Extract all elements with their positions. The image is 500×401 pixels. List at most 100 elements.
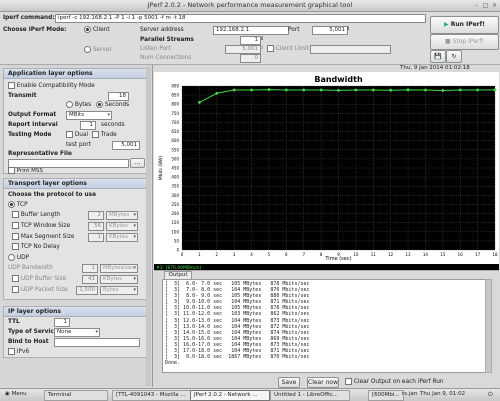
print-mss-check-icon[interactable] [8, 167, 15, 174]
client-radio-indicator[interactable] [84, 26, 91, 33]
network-icon[interactable]: ⏻ [488, 390, 493, 399]
print-mss-checkbox[interactable]: Print MSS [8, 167, 43, 175]
tcp-window-check-icon[interactable] [12, 222, 19, 229]
task-jperf[interactable]: JPerf 2.0.2 - Network ... [190, 390, 270, 401]
server-radio-indicator[interactable] [84, 46, 91, 53]
bytes-radio[interactable]: Bytes [66, 101, 91, 109]
task-600mbi[interactable]: [600Mbi... [368, 390, 404, 401]
x-tick-label: 14 [423, 252, 429, 257]
y-tick-label: 350 [171, 184, 179, 189]
udp-bandwidth-field[interactable]: 1 [82, 264, 98, 273]
task-libreoffice[interactable]: Untitled 1 - LibreOffic... [270, 390, 350, 401]
port-field[interactable]: 5,001 [312, 26, 348, 35]
ipv6-checkbox[interactable]: IPv6 [8, 348, 29, 356]
options-scrollbar[interactable] [146, 66, 151, 386]
buffer-length-checkbox[interactable]: Buffer Length [12, 211, 60, 219]
udp-radio-indicator[interactable] [8, 254, 15, 261]
data-point [493, 88, 497, 92]
x-tick-label: 12 [388, 252, 394, 257]
compat-mode-checkbox[interactable]: Enable Compatibility Mode [8, 82, 95, 90]
udp-buffer-unit-select[interactable]: KBytes ▾ [100, 275, 138, 284]
tcp-radio-indicator[interactable] [8, 201, 15, 208]
udp-bandwidth-unit-select[interactable]: MBytes/sec ▾ [100, 264, 138, 273]
buffer-length-field[interactable]: 2 [88, 211, 104, 220]
udp-buffer-check-icon[interactable] [12, 275, 19, 282]
testing-mode-label: Testing Mode [8, 132, 52, 138]
tcp-window-checkbox[interactable]: TCP Window Size [12, 222, 70, 230]
tab-output[interactable]: Output [164, 271, 192, 279]
clear-each-checkbox[interactable]: Clear Output on each iPerf Run [345, 378, 444, 386]
compat-check-icon[interactable] [8, 82, 15, 89]
dual-checkbox[interactable]: Dual [66, 131, 88, 139]
udp-packet-checkbox[interactable]: UDP Packet Size [12, 286, 68, 294]
udp-packet-check-icon[interactable] [12, 286, 19, 293]
seconds-radio[interactable]: Seconds [96, 101, 129, 109]
no-delay-check-icon[interactable] [12, 243, 19, 250]
parallel-spinner-icon[interactable]: ⇕ [260, 36, 264, 42]
listen-port-field[interactable]: 5,001 [225, 45, 261, 54]
report-interval-field[interactable]: 1 [80, 121, 96, 130]
client-radio[interactable]: Client [84, 26, 110, 34]
output-format-select[interactable]: MBits ▾ [66, 111, 112, 120]
num-connections-field[interactable]: 0 [240, 54, 261, 63]
clear-each-check-icon[interactable] [345, 378, 352, 385]
minimize-icon[interactable]: – [473, 2, 480, 9]
client-limit-check-icon[interactable] [267, 45, 274, 52]
mss-unit-select[interactable]: KBytes ▾ [106, 233, 138, 242]
task-mozilla[interactable]: [TTL-4091043 - Mozilla ... [112, 390, 192, 401]
ipv6-check-icon[interactable] [8, 348, 15, 355]
maximize-icon[interactable]: □ [482, 2, 489, 9]
save-config-button[interactable]: 💾 [430, 50, 446, 63]
seconds-radio-indicator[interactable] [96, 101, 103, 108]
bytes-radio-indicator[interactable] [66, 101, 73, 108]
data-point [476, 88, 480, 92]
port-label: Port [288, 27, 300, 33]
output-scrollbar[interactable] [485, 279, 492, 373]
tcp-radio[interactable]: TCP [8, 201, 28, 209]
buffer-length-unit-select[interactable]: MBytes ▾ [106, 211, 138, 220]
trade-check-icon[interactable] [92, 131, 99, 138]
listen-spinner-icon[interactable]: ⇕ [260, 45, 264, 51]
stop-iperf-button[interactable]: ■ Stop IPerf! [430, 34, 499, 50]
udp-buffer-field[interactable]: 41 [82, 275, 98, 284]
save-button[interactable]: Save [278, 377, 300, 388]
y-tick-label: 400 [171, 175, 179, 180]
close-icon[interactable]: × [491, 2, 498, 9]
tcp-window-unit-select[interactable]: KBytes ▾ [106, 222, 138, 231]
server-radio[interactable]: Server [84, 46, 112, 54]
udp-radio[interactable]: UDP [8, 254, 29, 262]
ttl-field[interactable]: 1 [54, 318, 70, 327]
client-limit-field[interactable] [310, 45, 391, 54]
window-titlebar: JPerf 2.0.2 - Network performance measur… [0, 0, 500, 12]
x-tick-label: 11 [371, 252, 377, 257]
menu-button[interactable]: ◉ Menu [2, 390, 30, 399]
dual-check-icon[interactable] [66, 131, 73, 138]
output-textarea[interactable]: [ 3] 6.0- 7.0 sec 105 MBytes 878 Mbits/s… [162, 279, 486, 373]
parallel-streams-field[interactable]: 1 [240, 36, 261, 45]
test-port-field[interactable]: 5,001 [112, 141, 140, 150]
iperf-command-field[interactable]: iperf -c 192.168.2.1 -P 1 -i 1 -p 5001 -… [55, 14, 426, 23]
server-address-field[interactable]: 192.168.2.1 [213, 26, 289, 35]
y-tick-label: 850 [171, 93, 179, 98]
task-terminal[interactable]: Terminal [44, 390, 108, 401]
run-iperf-button[interactable]: ▶ Run IPerf! [430, 16, 499, 34]
x-tick-label: 16 [458, 252, 464, 257]
rep-file-browse-button[interactable]: ... [130, 158, 145, 168]
clear-now-button[interactable]: Clear now [307, 377, 339, 388]
no-delay-checkbox[interactable]: TCP No Delay [12, 243, 60, 251]
port-spinner-icon[interactable]: ⇕ [346, 26, 350, 32]
tcp-window-field[interactable]: 56 [88, 222, 104, 231]
udp-packet-field[interactable]: 1,500 [76, 286, 98, 295]
trade-checkbox[interactable]: Trade [92, 131, 117, 139]
restore-config-button[interactable]: ↻ [446, 50, 462, 63]
buffer-length-check-icon[interactable] [12, 211, 19, 218]
mss-check-icon[interactable] [12, 233, 19, 240]
bind-host-field[interactable] [54, 338, 140, 347]
client-limit-checkbox[interactable]: Client Limit [267, 45, 309, 53]
tos-select[interactable]: None ▾ [54, 328, 100, 337]
udp-buffer-checkbox[interactable]: UDP Buffer Size [12, 275, 66, 283]
mss-checkbox[interactable]: Max Segment Size [12, 233, 75, 241]
udp-packet-unit-select[interactable]: Bytes ▾ [100, 286, 138, 295]
transmit-field[interactable]: 18 [108, 92, 129, 101]
mss-field[interactable]: 1 [88, 233, 104, 242]
